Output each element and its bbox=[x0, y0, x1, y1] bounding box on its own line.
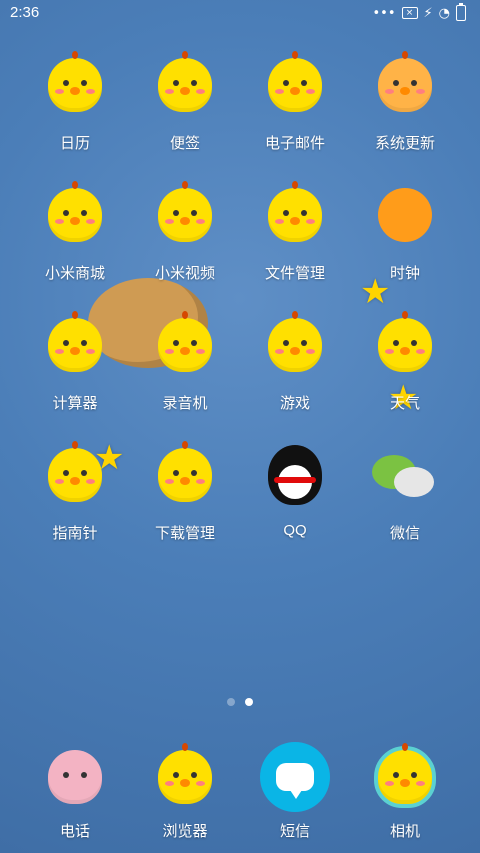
app-weather[interactable]: 天气 bbox=[350, 300, 460, 430]
downloads-icon bbox=[150, 440, 220, 510]
notes-icon bbox=[150, 50, 220, 120]
page-dot[interactable] bbox=[227, 698, 235, 706]
app-qq[interactable]: QQ bbox=[240, 430, 350, 560]
file-manager-icon bbox=[260, 180, 330, 250]
app-wechat[interactable]: 微信 bbox=[350, 430, 460, 560]
messages-icon bbox=[260, 742, 330, 812]
recorder-icon bbox=[150, 310, 220, 380]
dock-phone[interactable]: 电话 bbox=[20, 742, 130, 842]
sync-icon: ◔ bbox=[438, 5, 450, 21]
qq-icon bbox=[260, 440, 330, 510]
app-file-manager[interactable]: 文件管理 bbox=[240, 170, 350, 300]
app-label: 游戏 bbox=[279, 395, 310, 412]
app-recorder[interactable]: 录音机 bbox=[130, 300, 240, 430]
app-mi-video[interactable]: 小米视频 bbox=[130, 170, 240, 300]
browser-icon bbox=[150, 742, 220, 812]
dock-label: 相机 bbox=[389, 823, 420, 840]
app-mi-store[interactable]: 小米商城 bbox=[20, 170, 130, 300]
app-label: 便签 bbox=[169, 135, 200, 152]
email-icon bbox=[260, 50, 330, 120]
app-label: 电子邮件 bbox=[264, 135, 325, 152]
status-icons: ••• × ⚡ ◔ bbox=[372, 3, 466, 21]
mi-video-icon bbox=[150, 180, 220, 250]
app-label: 小米视频 bbox=[154, 265, 215, 282]
status-time: 2:36 bbox=[10, 4, 40, 21]
dock-browser[interactable]: 浏览器 bbox=[130, 742, 240, 842]
phone-icon bbox=[40, 742, 110, 812]
app-label: 时钟 bbox=[389, 265, 420, 282]
battery-icon bbox=[456, 3, 466, 21]
app-label: 天气 bbox=[389, 395, 420, 412]
app-label: 指南针 bbox=[52, 525, 98, 542]
no-sim-icon: × bbox=[401, 7, 418, 19]
app-label: 下载管理 bbox=[154, 525, 215, 542]
dock-camera[interactable]: 相机 bbox=[350, 742, 460, 842]
dock-label: 浏览器 bbox=[162, 823, 208, 840]
games-icon bbox=[260, 310, 330, 380]
app-label: 计算器 bbox=[52, 395, 98, 412]
page-dot-active[interactable] bbox=[245, 698, 253, 706]
app-label: QQ bbox=[283, 522, 307, 539]
app-label: 录音机 bbox=[162, 395, 208, 412]
app-clock[interactable]: 时钟 bbox=[350, 170, 460, 300]
dock-label: 电话 bbox=[59, 823, 90, 840]
compass-icon bbox=[40, 440, 110, 510]
app-grid: 日历 便签 电子邮件 系统更新 小米商城 小米视频 文件管理 时钟 计算器 录音… bbox=[20, 40, 460, 560]
app-label: 小米商城 bbox=[44, 265, 105, 282]
dock: 电话 浏览器 短信 相机 bbox=[20, 742, 460, 842]
status-bar: 2:36 ••• × ⚡ ◔ bbox=[0, 0, 480, 28]
mi-store-icon bbox=[40, 180, 110, 250]
camera-icon bbox=[370, 742, 440, 812]
calculator-icon bbox=[40, 310, 110, 380]
system-update-icon bbox=[370, 50, 440, 120]
app-system-update[interactable]: 系统更新 bbox=[350, 40, 460, 170]
app-label: 微信 bbox=[389, 525, 420, 542]
app-downloads[interactable]: 下载管理 bbox=[130, 430, 240, 560]
app-calendar[interactable]: 日历 bbox=[20, 40, 130, 170]
more-icon: ••• bbox=[372, 5, 396, 21]
app-calculator[interactable]: 计算器 bbox=[20, 300, 130, 430]
dock-messages[interactable]: 短信 bbox=[240, 742, 350, 842]
app-label: 日历 bbox=[59, 135, 90, 152]
wechat-icon bbox=[370, 440, 440, 510]
app-games[interactable]: 游戏 bbox=[240, 300, 350, 430]
app-compass[interactable]: 指南针 bbox=[20, 430, 130, 560]
dock-label: 短信 bbox=[279, 823, 310, 840]
app-label: 系统更新 bbox=[374, 135, 435, 152]
page-indicator bbox=[0, 698, 480, 706]
charging-icon: ⚡ bbox=[423, 5, 433, 21]
calendar-icon bbox=[40, 50, 110, 120]
clock-icon bbox=[370, 180, 440, 250]
weather-icon bbox=[370, 310, 440, 380]
app-notes[interactable]: 便签 bbox=[130, 40, 240, 170]
app-label: 文件管理 bbox=[264, 265, 325, 282]
app-email[interactable]: 电子邮件 bbox=[240, 40, 350, 170]
